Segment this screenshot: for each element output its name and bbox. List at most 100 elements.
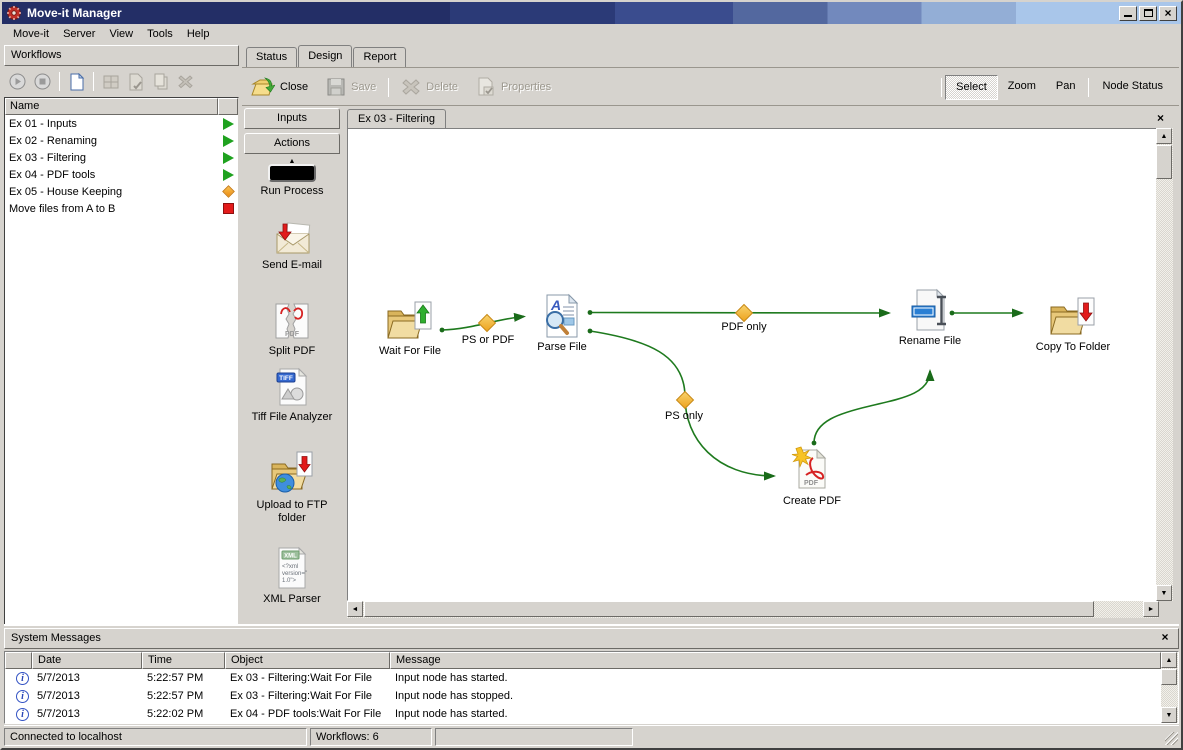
decision-diamond-ps-or-pdf[interactable] <box>479 315 496 332</box>
new-workflow-button[interactable] <box>65 70 88 93</box>
status-running-icon <box>223 135 234 147</box>
resize-grip[interactable] <box>1165 732 1178 745</box>
canvas-hscrollbar[interactable]: ◄ ► <box>347 601 1159 618</box>
minimize-button[interactable] <box>1119 6 1137 21</box>
app-icon <box>6 5 22 21</box>
palette-item-send-email[interactable]: Send E-mail <box>244 222 340 272</box>
delete-workflow-button[interactable] <box>174 70 197 93</box>
close-button[interactable]: Close <box>242 73 317 102</box>
messages-scrollbar[interactable]: ▲ ▼ <box>1161 652 1178 723</box>
hscroll-thumb[interactable] <box>364 601 1094 617</box>
palette-item-label: Upload to FTP folder <box>244 499 340 525</box>
palette-item-run-process[interactable]: Run Process <box>244 164 340 198</box>
scroll-right-button[interactable]: ► <box>1143 601 1159 617</box>
message-text: Input node has started. <box>390 708 1161 720</box>
date-column-header[interactable]: Date <box>32 652 142 669</box>
status-column-header[interactable] <box>218 98 238 115</box>
workflow-list-item[interactable]: Ex 01 - Inputs <box>5 115 238 132</box>
workflow-grid-button[interactable] <box>99 70 122 93</box>
menu-view[interactable]: View <box>102 26 140 42</box>
delete-button[interactable]: Delete <box>392 73 467 102</box>
tab-status[interactable]: Status <box>246 47 297 67</box>
palette-item-split-pdf[interactable]: PDF Split PDF <box>244 300 340 358</box>
play-icon <box>9 73 26 90</box>
palette-item-tiff-analyzer[interactable]: TIFF Tiff File Analyzer <box>244 366 340 424</box>
workflow-list-item[interactable]: Ex 05 - House Keeping <box>5 183 238 200</box>
workflow-list-item[interactable]: Ex 02 - Renaming <box>5 132 238 149</box>
workflow-list-item[interactable]: Ex 03 - Filtering <box>5 149 238 166</box>
menu-tools[interactable]: Tools <box>140 26 180 42</box>
message-row[interactable]: i 5/7/2013 5:22:57 PM Ex 03 - Filtering:… <box>5 687 1161 705</box>
palette-tab-actions[interactable]: Actions <box>244 133 340 154</box>
close-system-messages-button[interactable]: × <box>1157 630 1173 646</box>
scroll-down-button[interactable]: ▼ <box>1156 585 1172 601</box>
open-folder-icon <box>251 77 275 97</box>
copy-icon <box>153 73 169 91</box>
close-window-button[interactable]: × <box>1159 6 1177 21</box>
workflow-list-item[interactable]: Move files from A to B <box>5 200 238 217</box>
time-column-header[interactable]: Time <box>142 652 225 669</box>
close-icon: × <box>1164 7 1171 19</box>
palette-item-label: Split PDF <box>244 345 340 358</box>
icon-column-header[interactable] <box>5 652 32 669</box>
copy-workflow-button[interactable] <box>149 70 172 93</box>
name-column-header[interactable]: Name <box>5 98 218 115</box>
delete-x-icon <box>401 78 421 96</box>
pan-mode-button[interactable]: Pan <box>1046 75 1086 100</box>
connector-label-ps-or-pdf: PS or PDF <box>462 334 515 346</box>
status-running-icon <box>223 118 234 130</box>
workflow-list-item[interactable]: Ex 04 - PDF tools <box>5 166 238 183</box>
palette-item-upload-ftp[interactable]: Upload to FTP folder <box>244 450 340 525</box>
menu-help[interactable]: Help <box>180 26 217 42</box>
stop-workflow-button[interactable] <box>31 70 54 93</box>
decision-diamond-ps-only[interactable] <box>677 392 694 409</box>
maximize-button[interactable] <box>1139 6 1157 21</box>
node-create-pdf[interactable]: PDF Create PDF <box>766 445 858 507</box>
palette-item-xml-parser[interactable]: XML <?xml version=" 1.0"> XML Parser <box>244 546 340 606</box>
start-workflow-button[interactable] <box>6 70 29 93</box>
scroll-left-button[interactable]: ◄ <box>347 601 363 617</box>
canvas-vscrollbar[interactable]: ▲ ▼ <box>1156 128 1173 601</box>
canvas-tab[interactable]: Ex 03 - Filtering <box>347 109 446 129</box>
node-copy-to-folder[interactable]: Copy To Folder <box>1027 295 1119 353</box>
title-bar: Move-it Manager × <box>2 2 1181 24</box>
object-column-header[interactable]: Object <box>225 652 390 669</box>
message-column-header[interactable]: Message <box>390 652 1161 669</box>
decision-diamond-pdf-only[interactable] <box>736 305 753 322</box>
connection-status: Connected to localhost <box>4 728 307 746</box>
message-row[interactable]: i 5/7/2013 5:22:02 PM Ex 04 - PDF tools:… <box>5 705 1161 723</box>
properties-button[interactable]: Properties <box>467 73 560 102</box>
edit-document-icon <box>128 73 144 91</box>
xml-line: <?xml <box>282 564 298 570</box>
scroll-down-button[interactable]: ▼ <box>1161 707 1177 723</box>
message-object: Ex 03 - Filtering:Wait For File <box>225 672 390 684</box>
system-messages-panel: System Messages × Date Time Object Messa… <box>4 624 1179 724</box>
zoom-mode-button[interactable]: Zoom <box>998 75 1046 100</box>
vscroll-thumb[interactable] <box>1161 669 1177 685</box>
xml-line: 1.0"> <box>282 578 296 584</box>
node-wait-for-file[interactable]: Wait For File <box>364 299 456 357</box>
palette-tab-inputs[interactable]: Inputs <box>244 108 340 129</box>
scroll-up-button[interactable]: ▲ <box>1161 652 1177 668</box>
create-pdf-icon: PDF <box>790 445 834 493</box>
main-tab-strip: Status Design Report <box>242 45 1179 68</box>
scroll-up-button[interactable]: ▲ <box>1156 128 1172 144</box>
workflow-name: Ex 04 - PDF tools <box>9 169 218 181</box>
node-status-button[interactable]: Node Status <box>1092 75 1173 100</box>
edit-workflow-button[interactable] <box>124 70 147 93</box>
tab-report[interactable]: Report <box>353 47 406 67</box>
node-rename-file[interactable]: Rename File <box>884 287 976 347</box>
menu-move-it[interactable]: Move-it <box>6 26 56 42</box>
grid-icon <box>103 75 119 89</box>
select-mode-button[interactable]: Select <box>945 75 998 100</box>
delete-x-icon <box>177 74 194 89</box>
vscroll-thumb[interactable] <box>1156 145 1172 179</box>
message-row[interactable]: i 5/7/2013 5:22:57 PM Ex 03 - Filtering:… <box>5 669 1161 687</box>
close-canvas-tab-button[interactable]: × <box>1152 110 1169 127</box>
menu-server[interactable]: Server <box>56 26 102 42</box>
save-button[interactable]: Save <box>317 73 385 102</box>
workflow-name: Ex 02 - Renaming <box>9 135 218 147</box>
design-canvas[interactable]: PS or PDF PDF only PS only <box>347 128 1159 601</box>
node-parse-file[interactable]: A Parse File <box>516 293 608 353</box>
tab-design[interactable]: Design <box>298 45 352 67</box>
